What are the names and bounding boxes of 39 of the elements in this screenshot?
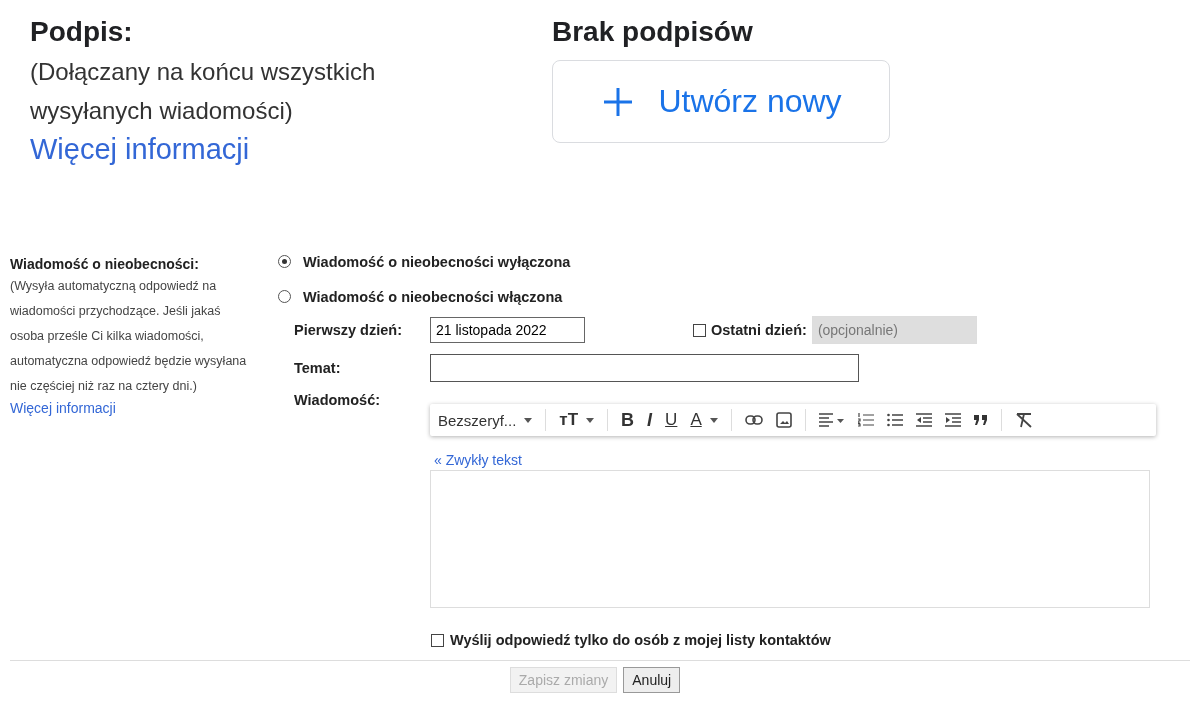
plain-text-link[interactable]: « Zwykły tekst bbox=[434, 452, 1198, 468]
signature-title: Podpis: bbox=[30, 15, 134, 49]
create-new-button[interactable]: Utwórz nowy bbox=[552, 60, 890, 143]
more-info-link[interactable]: Więcej informacji bbox=[10, 400, 116, 416]
outdent-icon[interactable] bbox=[915, 413, 932, 427]
font-size-dropdown[interactable]: тT bbox=[559, 410, 595, 430]
caret-icon bbox=[586, 417, 595, 423]
first-day-label: Pierwszy dzień: bbox=[294, 322, 403, 338]
align-dropdown-icon[interactable] bbox=[818, 413, 845, 427]
subject-field[interactable] bbox=[430, 354, 859, 382]
image-icon[interactable] bbox=[775, 412, 792, 428]
bulleted-list-icon[interactable] bbox=[886, 413, 903, 427]
text-color-dropdown[interactable]: A bbox=[690, 410, 718, 430]
font-dropdown[interactable]: Bezszeryf... bbox=[438, 411, 533, 429]
contacts-only-label: Wyślij odpowiedź tylko do osób z mojej listy kontaktów bbox=[450, 632, 831, 648]
vacation-label: Wiadomość o nieobecności: bbox=[10, 255, 200, 274]
checkbox[interactable] bbox=[431, 633, 444, 647]
message-label: Wiadomość: bbox=[294, 392, 382, 408]
radio-label[interactable]: Wiadomość o nieobecności włączona bbox=[303, 288, 563, 305]
quote-icon[interactable] bbox=[973, 415, 988, 425]
clear-formatting-icon[interactable] bbox=[1014, 412, 1033, 428]
caret-icon bbox=[709, 417, 718, 423]
radio-label[interactable]: Wiadomość o nieobecności wyłączona bbox=[303, 253, 571, 270]
more-info-link[interactable]: Więcej informacji bbox=[30, 130, 250, 168]
last-day-label: Ostatni dzień: bbox=[711, 322, 807, 338]
numbered-list-icon[interactable] bbox=[857, 413, 874, 427]
vacation-description: (Wysyła automatyczną odpowiedź na wiadomości przychodzące. Jeśli jakaś osoba prześle Ci kilka wiadomości, automatyczna odpowiedź będzie wysyłana nie częściej niż raz na cztery dni.) bbox=[10, 278, 248, 395]
link-icon[interactable] bbox=[744, 415, 763, 425]
first-day-field[interactable]: 21 listopada 2022 bbox=[430, 317, 585, 343]
indent-icon[interactable] bbox=[944, 413, 961, 427]
no-signatures-label: Brak podpisów bbox=[552, 15, 754, 49]
cancel-button[interactable]: Anuluj bbox=[623, 667, 681, 693]
message-body-field[interactable] bbox=[430, 470, 1150, 608]
caret-icon bbox=[524, 417, 533, 423]
subject-label: Temat: bbox=[294, 360, 342, 376]
bold-button[interactable]: B bbox=[621, 409, 635, 431]
underline-button[interactable]: U bbox=[665, 410, 678, 430]
signature-description: (Dołączany na końcu wszystkich wysyłanych wiadomości) bbox=[30, 57, 377, 126]
italic-button[interactable]: I bbox=[647, 409, 653, 431]
